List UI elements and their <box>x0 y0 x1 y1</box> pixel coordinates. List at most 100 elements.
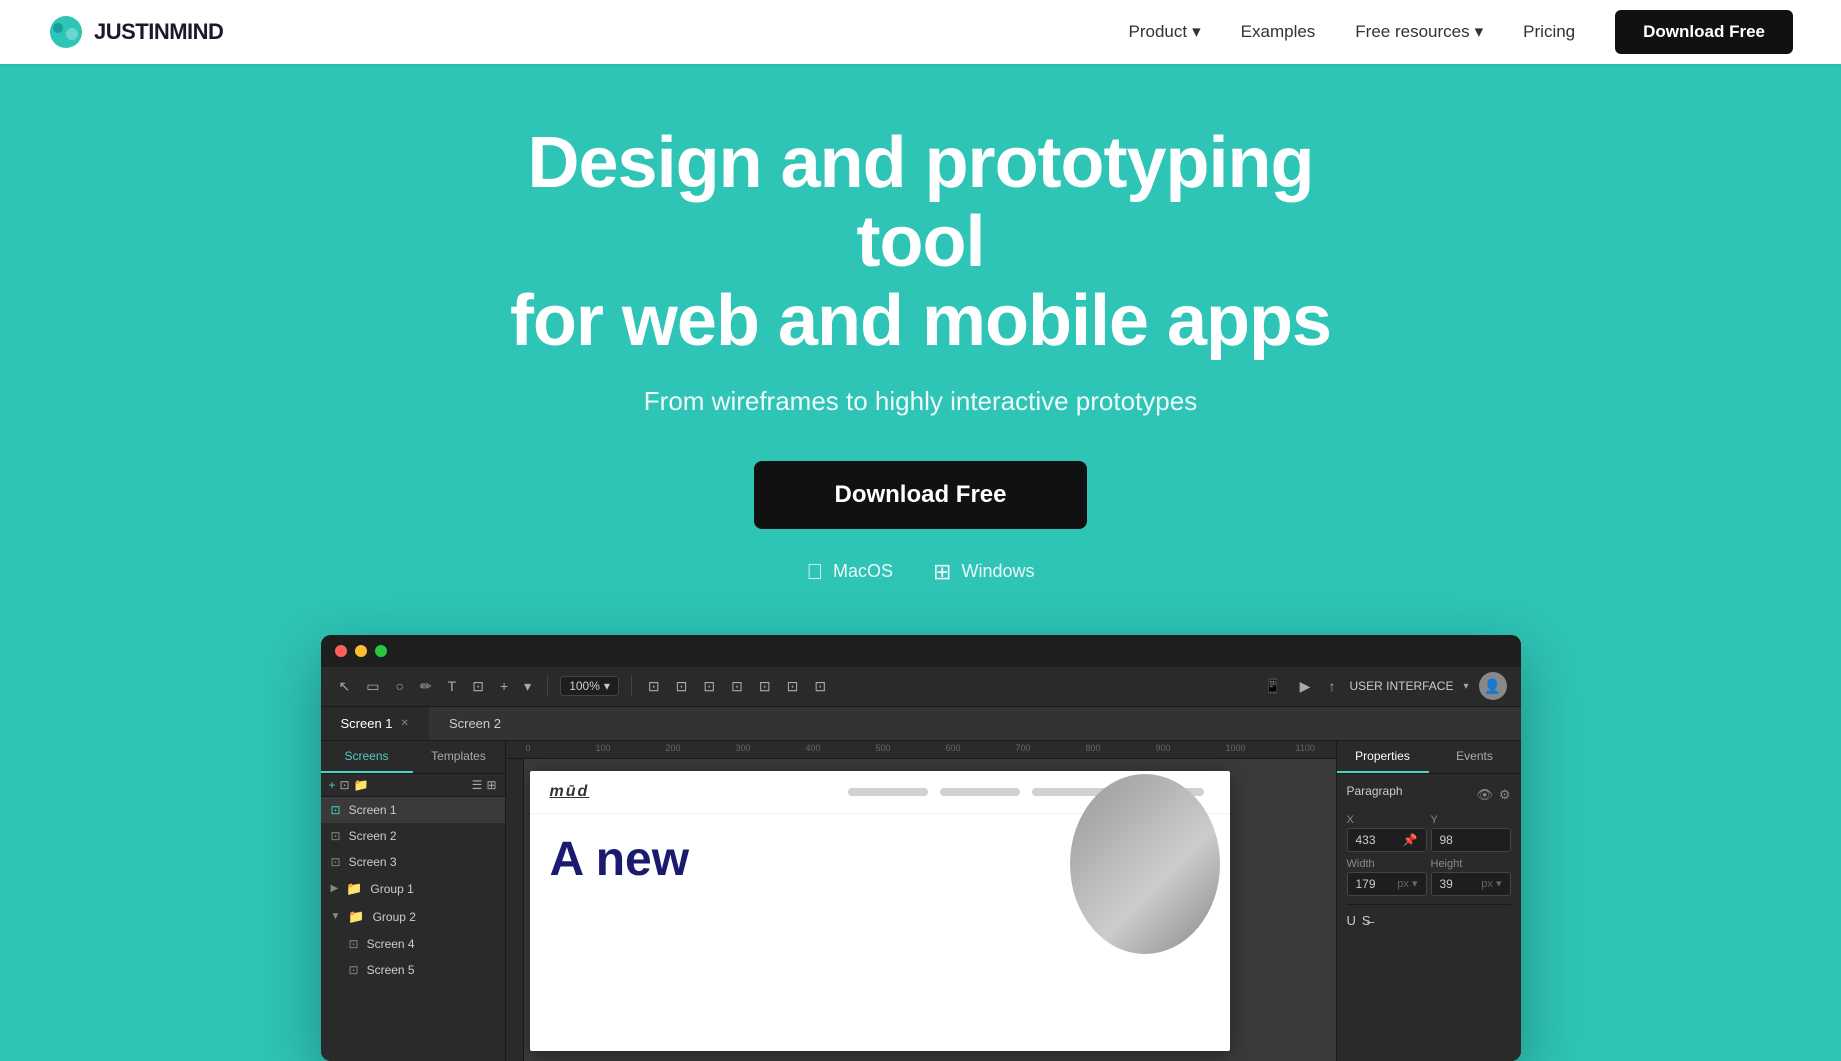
folder-icon: 📁 <box>346 881 362 897</box>
list-view-icon[interactable]: ☰ <box>472 778 483 792</box>
ruler-mark: 1100 <box>1296 743 1336 753</box>
ruler-mark: 500 <box>876 743 946 753</box>
avatar[interactable]: 👤 <box>1479 672 1507 700</box>
macos-platform:  MacOS <box>807 559 894 585</box>
folder-icon[interactable]: 📁 <box>354 778 369 792</box>
play-icon[interactable]: ▶ <box>1296 674 1315 699</box>
ruler-mark: 400 <box>806 743 876 753</box>
tab-screen2[interactable]: Screen 2 <box>429 707 521 740</box>
proto-body: A new <box>530 814 1230 907</box>
close-dot[interactable] <box>335 645 347 657</box>
circle-icon[interactable]: ○ <box>391 674 407 698</box>
ruler-top: 0 100 200 300 400 500 600 700 800 900 10… <box>506 741 1336 759</box>
zoom-control[interactable]: 100% ▾ <box>560 676 619 696</box>
plus-icon[interactable]: + <box>496 674 512 698</box>
align-icon-3[interactable]: ⊡ <box>699 674 719 699</box>
app-toolbar: ↖ ▭ ○ ✏ T ⊡ + ▾ 100% ▾ ⊡ ⊡ ⊡ ⊡ ⊡ ⊡ ⊡ 📱 ▶ <box>321 667 1521 707</box>
panel-toolbar: + ⊡ 📁 ☰ ⊞ <box>321 774 505 797</box>
text-icon[interactable]: T <box>444 674 461 698</box>
eye-icon[interactable]: 👁 <box>1476 787 1493 803</box>
element-type-label: Paragraph <box>1347 784 1403 798</box>
x-label: X <box>1347 814 1427 826</box>
nav-free-resources[interactable]: Free resources ▾ <box>1355 22 1483 42</box>
canvas-area[interactable]: 0 100 200 300 400 500 600 700 800 900 10… <box>506 741 1336 1061</box>
add-screen-icon[interactable]: + <box>329 778 336 792</box>
minimize-dot[interactable] <box>355 645 367 657</box>
height-label: Height <box>1431 858 1511 870</box>
align-icon-6[interactable]: ⊡ <box>783 674 803 699</box>
screen-icon: ⊡ <box>331 855 341 869</box>
proto-nav-link <box>848 788 928 796</box>
height-unit: px ▾ <box>1481 877 1501 890</box>
list-item[interactable]: ⊡ Screen 5 <box>321 957 505 983</box>
more-icon[interactable]: ▾ <box>520 674 535 699</box>
align-icon-4[interactable]: ⊡ <box>727 674 747 699</box>
proto-nav-link <box>940 788 1020 796</box>
tab-screen1[interactable]: Screen 1 ✕ <box>321 707 429 740</box>
list-item[interactable]: ⊡ Screen 2 <box>321 823 505 849</box>
y-input[interactable]: 98 <box>1431 828 1511 852</box>
underline-icon[interactable]: U <box>1347 913 1356 928</box>
events-tab[interactable]: Events <box>1429 741 1521 773</box>
rectangle-icon[interactable]: ▭ <box>362 674 383 699</box>
right-panel: Properties Events Paragraph 👁 ⚙ X <box>1336 741 1521 1061</box>
toolbar-right: 📱 ▶ ↑ USER INTERFACE ▾ 👤 <box>1260 672 1506 700</box>
settings-icon[interactable]: ⚙ <box>1499 787 1511 803</box>
x-input[interactable]: 433 📌 <box>1347 828 1427 852</box>
cursor-icon[interactable]: ↖ <box>335 674 355 699</box>
separator2 <box>631 676 632 696</box>
strikethrough-icon[interactable]: S̶ <box>1362 913 1371 928</box>
tab-close-icon[interactable]: ✕ <box>401 718 409 729</box>
grid-icon[interactable]: ⊡ <box>340 778 350 792</box>
nav-examples[interactable]: Examples <box>1241 22 1316 42</box>
ruler-mark: 900 <box>1156 743 1226 753</box>
share-icon[interactable]: ↑ <box>1324 674 1339 698</box>
templates-tab[interactable]: Templates <box>413 741 505 773</box>
nav-pricing[interactable]: Pricing <box>1523 22 1575 42</box>
device-icon[interactable]: 📱 <box>1260 674 1285 699</box>
hero-content: Design and prototyping tool for web and … <box>471 64 1371 625</box>
nav-download-button[interactable]: Download Free <box>1615 10 1793 54</box>
chevron-down-icon: ▾ <box>1475 22 1484 42</box>
nav-product[interactable]: Product ▾ <box>1129 22 1201 42</box>
ui-interface-label: USER INTERFACE <box>1349 679 1453 693</box>
list-item[interactable]: ⊡ Screen 3 <box>321 849 505 875</box>
height-input[interactable]: 39 px ▾ <box>1431 872 1511 896</box>
height-field-group: Height 39 px ▾ <box>1431 858 1511 896</box>
y-label: Y <box>1431 814 1511 826</box>
screen-icon: ⊡ <box>349 963 359 977</box>
width-input[interactable]: 179 px ▾ <box>1347 872 1427 896</box>
align-icon-7[interactable]: ⊡ <box>810 674 830 699</box>
app-body: Screens Templates + ⊡ 📁 ☰ ⊞ ⊡ Screen 1 <box>321 741 1521 1061</box>
screen-icon: ⊡ <box>349 937 359 951</box>
folder-icon: 📁 <box>348 909 364 925</box>
ruler-left <box>506 759 524 1061</box>
pen-icon[interactable]: ✏ <box>416 674 436 699</box>
chevron-down-icon: ▾ <box>1192 22 1201 42</box>
app-tabs: Screen 1 ✕ Screen 2 <box>321 707 1521 741</box>
align-icon-1[interactable]: ⊡ <box>644 674 664 699</box>
maximize-dot[interactable] <box>375 645 387 657</box>
screens-tab[interactable]: Screens <box>321 741 413 773</box>
properties-section: Paragraph 👁 ⚙ X 433 📌 <box>1337 774 1521 938</box>
properties-tab[interactable]: Properties <box>1337 741 1429 773</box>
pin-icon[interactable]: 📌 <box>1403 833 1418 847</box>
ruler-mark: 600 <box>946 743 1016 753</box>
logo[interactable]: JUSTINMIND <box>48 14 223 50</box>
hero-download-button[interactable]: Download Free <box>754 461 1086 529</box>
width-unit: px ▾ <box>1397 877 1417 890</box>
grid-view-icon[interactable]: ⊞ <box>486 778 496 792</box>
app-window: ↖ ▭ ○ ✏ T ⊡ + ▾ 100% ▾ ⊡ ⊡ ⊡ ⊡ ⊡ ⊡ ⊡ 📱 ▶ <box>321 635 1521 1061</box>
width-label: Width <box>1347 858 1427 870</box>
align-icon-2[interactable]: ⊡ <box>672 674 692 699</box>
right-panel-tabs: Properties Events <box>1337 741 1521 774</box>
list-item[interactable]: ⊡ Screen 4 <box>321 931 505 957</box>
align-icon-5[interactable]: ⊡ <box>755 674 775 699</box>
image-icon[interactable]: ⊡ <box>468 674 488 699</box>
list-item[interactable]: ▶ 📁 Group 1 <box>321 875 505 903</box>
logo-text: JUSTINMIND <box>94 19 223 45</box>
ruler-mark: 700 <box>1016 743 1086 753</box>
list-item[interactable]: ▼ 📁 Group 2 <box>321 903 505 931</box>
chevron-down-icon-ui: ▾ <box>1463 681 1468 692</box>
list-item[interactable]: ⊡ Screen 1 <box>321 797 505 823</box>
